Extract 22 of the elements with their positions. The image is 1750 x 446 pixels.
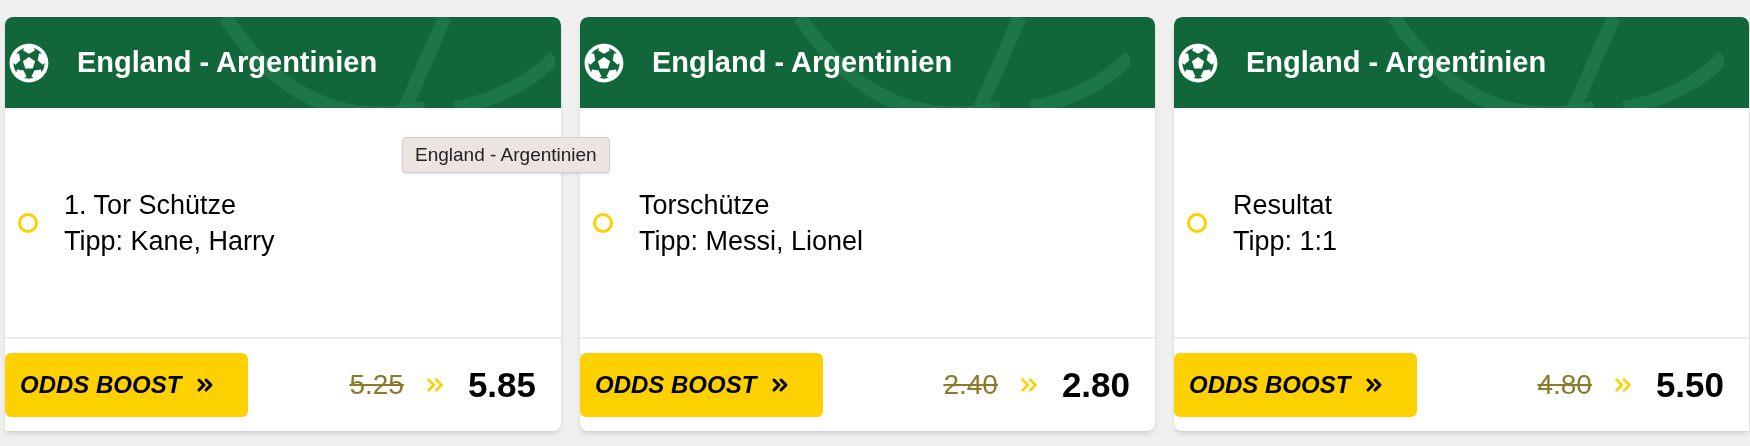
market-name: Resultat [1233, 188, 1334, 222]
tip-text: Tipp: 1:1 [1233, 224, 1338, 258]
tip-text: Tipp: Kane, Harry [64, 224, 275, 258]
odds-boost-button[interactable]: ODDS BOOST [580, 353, 823, 417]
odds-boost-button[interactable]: ODDS BOOST [1174, 353, 1417, 417]
odds-boost-button[interactable]: ODDS BOOST [5, 353, 248, 417]
match-title: England - Argentinien [1246, 44, 1547, 80]
match-title: England - Argentinien [652, 44, 953, 80]
market-name: Torschütze [639, 188, 771, 222]
selection-radio[interactable] [1187, 212, 1207, 233]
selection-radio[interactable] [593, 212, 613, 233]
boosted-odds: 5.85 [467, 363, 536, 406]
market-name: 1. Tor Schütze [64, 188, 238, 222]
tooltip: England - Argentinien [402, 137, 610, 173]
match-title: England - Argentinien [77, 44, 378, 80]
boosted-odds: 2.80 [1061, 363, 1130, 406]
selection-radio[interactable] [18, 212, 38, 233]
old-odds: 2.40 [943, 368, 998, 402]
old-odds: 5.25 [349, 368, 404, 402]
tip-text: Tipp: Messi, Lionel [639, 224, 864, 258]
boosted-odds: 5.50 [1655, 363, 1724, 406]
old-odds: 4.80 [1537, 368, 1592, 402]
